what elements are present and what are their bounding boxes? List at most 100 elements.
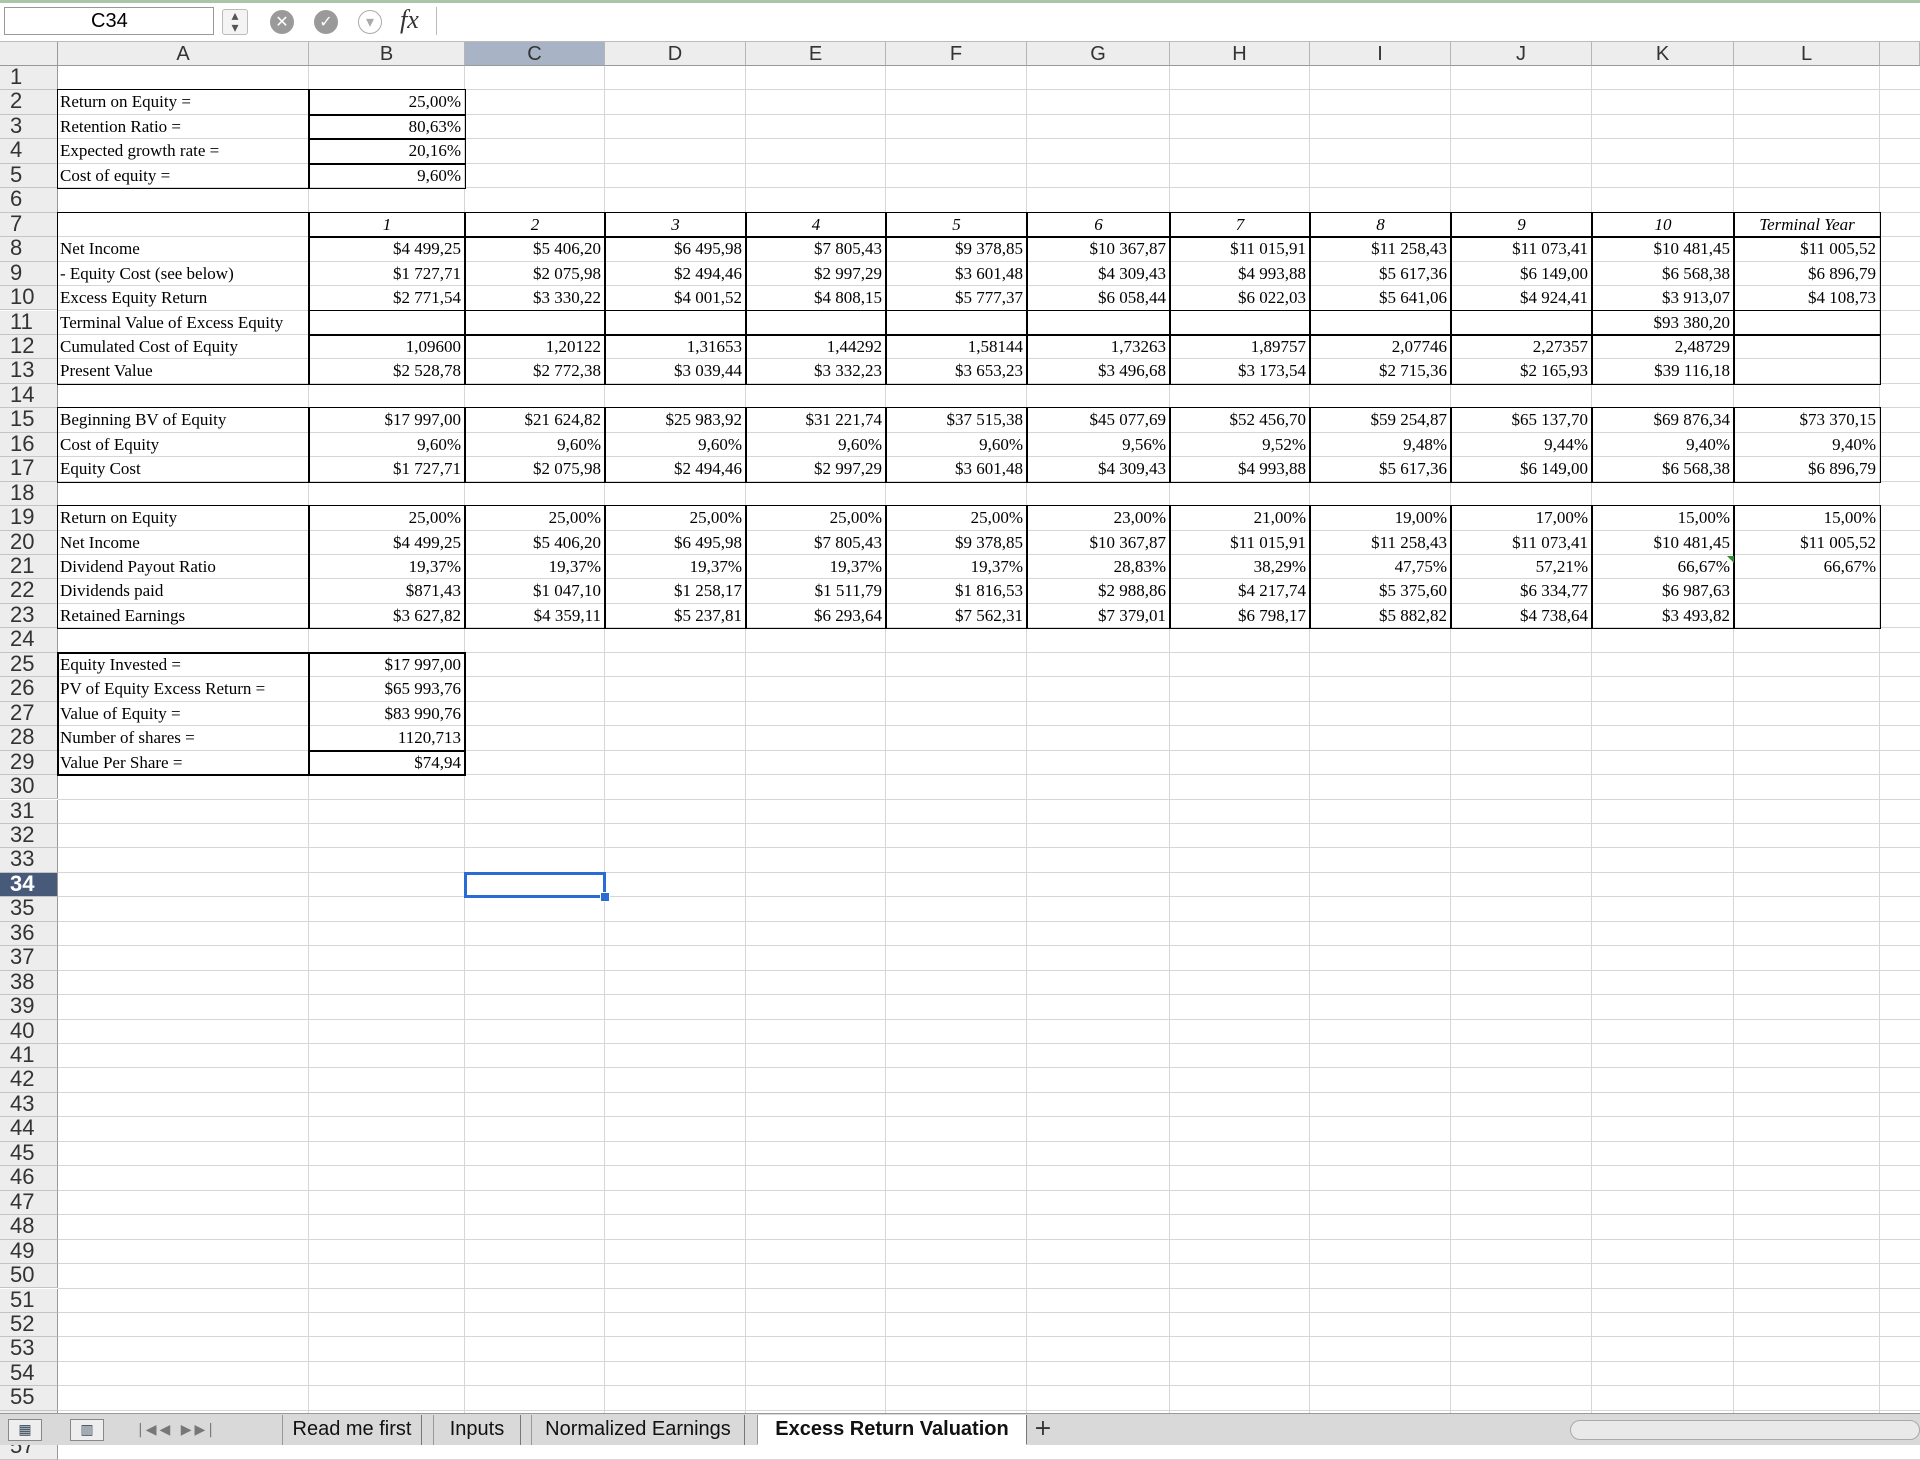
table1-block-border [1026,236,1171,312]
row-header[interactable]: 8 [0,237,58,262]
row-header[interactable]: 13 [0,359,58,384]
column-header-j[interactable]: J [1451,42,1592,66]
row-header[interactable]: 39 [0,995,58,1020]
row-header[interactable]: 1 [0,66,58,91]
confirm-icon[interactable]: ✓ [314,10,338,34]
row-header[interactable]: 14 [0,383,58,409]
sheet-tab[interactable]: Excess Return Valuation [757,1415,1027,1445]
comment-indicator-icon[interactable] [1727,556,1734,563]
column-header-b[interactable]: B [309,42,465,66]
row-header[interactable]: 52 [0,1312,58,1338]
row-header[interactable]: 54 [0,1361,58,1387]
column-header-g[interactable]: G [1027,42,1170,66]
row-header[interactable]: 16 [0,432,58,458]
row-header[interactable]: 27 [0,701,58,727]
row-header[interactable]: 22 [0,579,58,604]
column-header-d[interactable]: D [605,42,746,66]
table1-pv-border [885,333,1028,385]
row-header[interactable]: 31 [0,799,58,824]
row-header[interactable]: 12 [0,334,58,360]
row-header[interactable]: 55 [0,1386,58,1411]
row-header[interactable]: 42 [0,1068,58,1093]
row-header[interactable]: 47 [0,1190,58,1216]
row-header[interactable]: 23 [0,603,58,629]
column-header-f[interactable]: F [886,42,1027,66]
row-header[interactable]: 5 [0,163,58,189]
table1-labels-border [57,211,310,385]
column-header-k[interactable]: K [1592,42,1734,66]
select-all-corner[interactable] [0,42,58,66]
sheet-tab-bar: ▦ ▥ |◀◀ ▶▶| Read me first Inputs Normalize… [0,1413,1920,1445]
table1-pv-border [1169,333,1311,385]
horizontal-scrollbar[interactable] [1570,1420,1920,1440]
row-header[interactable]: 3 [0,114,58,140]
row-header[interactable]: 38 [0,970,58,996]
row-header[interactable]: 37 [0,946,58,971]
row-header[interactable]: 20 [0,530,58,555]
row-header[interactable]: 7 [0,212,58,238]
row-header[interactable]: 2 [0,90,58,115]
grid-row-line [58,970,1920,971]
page-layout-view-icon[interactable]: ▥ [70,1419,104,1441]
formula-input[interactable] [436,7,1920,35]
column-header-e[interactable]: E [746,42,886,66]
column-header-c[interactable]: C [465,42,605,66]
sheet-tab[interactable]: Read me first [282,1415,422,1445]
fx-icon[interactable]: fx [400,5,419,35]
column-header-h[interactable]: H [1170,42,1310,66]
row-header[interactable]: 29 [0,750,58,776]
row-header[interactable]: 19 [0,506,58,531]
table1-block-border [745,236,887,312]
row-header[interactable]: 36 [0,921,58,947]
row-header[interactable]: 25 [0,652,58,678]
row-header[interactable]: 40 [0,1019,58,1044]
column-header-l[interactable]: L [1734,42,1880,66]
row-header[interactable]: 49 [0,1239,58,1265]
normal-view-icon[interactable]: ▦ [8,1419,42,1441]
function-menu-icon[interactable]: ▾ [358,10,382,34]
table2-col-border [604,407,747,483]
row-header[interactable]: 17 [0,457,58,482]
active-cell[interactable] [464,871,606,899]
row-header[interactable]: 9 [0,261,58,287]
row-header[interactable]: 45 [0,1141,58,1167]
row-header[interactable]: 43 [0,1092,58,1118]
row-header[interactable]: 26 [0,677,58,702]
row-header[interactable]: 34 [0,872,58,898]
row-header[interactable]: 15 [0,408,58,433]
column-header-a[interactable]: A [58,42,309,66]
row-header[interactable]: 21 [0,555,58,580]
row-header[interactable]: 32 [0,823,58,849]
grid-row-line [58,1263,1920,1264]
grid-row-line [58,921,1920,922]
name-box-stepper-icon[interactable]: ▴ ▾ [222,9,248,35]
row-header[interactable]: 33 [0,848,58,873]
row-header[interactable]: 11 [0,310,58,335]
table1-pv-border [464,333,606,385]
row-header[interactable]: 44 [0,1117,58,1142]
row-header[interactable]: 18 [0,481,58,507]
row-header[interactable]: 6 [0,188,58,213]
table1-block-border [1450,236,1593,312]
row-header[interactable]: 28 [0,726,58,751]
row-header[interactable]: 10 [0,286,58,311]
cancel-icon[interactable]: ✕ [270,10,294,34]
row-header[interactable]: 48 [0,1215,58,1240]
fill-handle[interactable] [600,892,610,903]
table1-pv-border [1450,333,1593,385]
row-header[interactable]: 46 [0,1166,58,1191]
row-header[interactable]: 53 [0,1337,58,1362]
row-header[interactable]: 30 [0,775,58,800]
name-box[interactable]: C34 [4,7,214,35]
row-header[interactable]: 51 [0,1288,58,1313]
row-header[interactable]: 35 [0,897,58,922]
sheet-tab[interactable]: Normalized Earnings [531,1415,745,1445]
tab-navigation-icon[interactable]: |◀◀ ▶▶| [138,1418,242,1442]
add-sheet-icon[interactable]: + [1030,1417,1056,1443]
row-header[interactable]: 4 [0,139,58,164]
row-header[interactable]: 24 [0,628,58,653]
sheet-tab[interactable]: Inputs [433,1415,521,1445]
row-header[interactable]: 41 [0,1044,58,1069]
row-header[interactable]: 50 [0,1264,58,1289]
column-header-i[interactable]: I [1310,42,1451,66]
